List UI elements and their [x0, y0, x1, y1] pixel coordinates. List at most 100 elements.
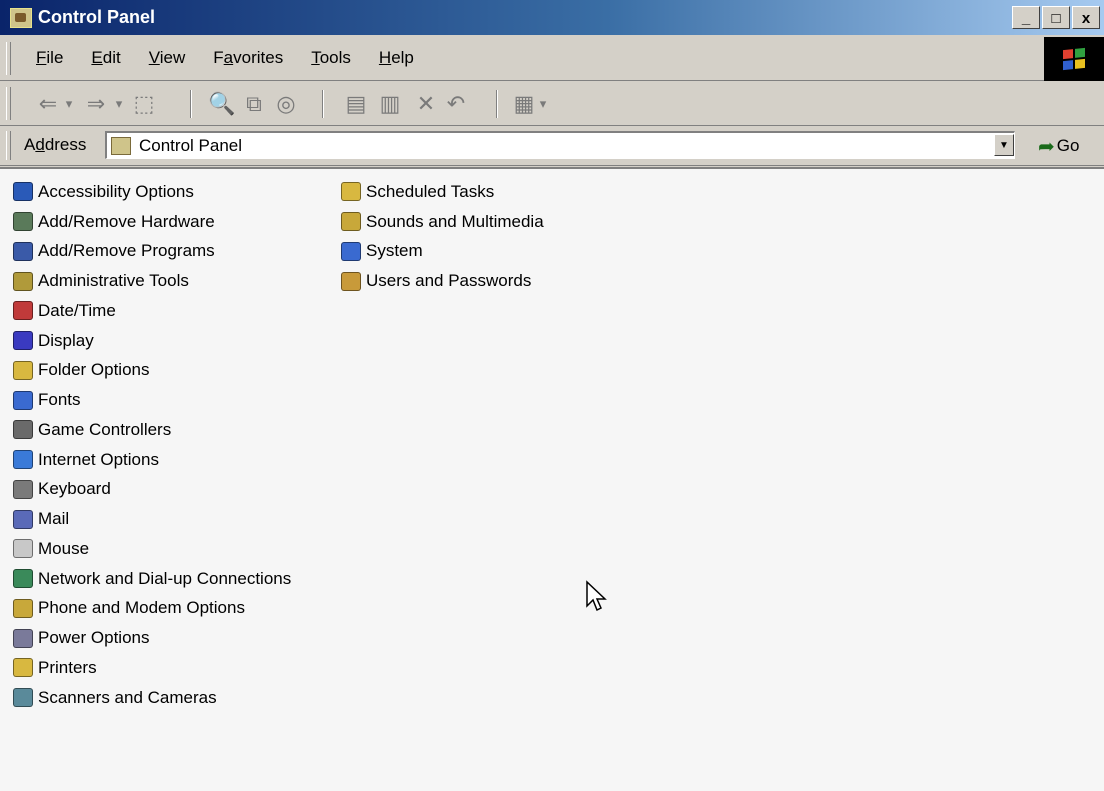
control-panel-item[interactable]: Game Controllers: [10, 415, 291, 445]
admin-tools-icon: [10, 269, 36, 293]
control-panel-item[interactable]: Folder Options: [10, 356, 291, 386]
item-label: Internet Options: [38, 449, 159, 469]
menu-tools[interactable]: Tools: [311, 48, 351, 68]
forward-icon[interactable]: ⇒: [82, 90, 110, 118]
computer-icon: [338, 239, 364, 263]
control-panel-item[interactable]: Printers: [10, 653, 291, 683]
control-panel-item[interactable]: Accessibility Options: [10, 177, 291, 207]
window-title: Control Panel: [38, 7, 156, 27]
address-value: Control Panel: [139, 135, 243, 155]
go-button[interactable]: ➦ Go: [1038, 133, 1079, 159]
speaker-icon: [338, 210, 364, 234]
go-label: Go: [1056, 136, 1080, 155]
go-arrow-icon: ➦: [1038, 135, 1055, 158]
views-icon[interactable]: ▦: [512, 90, 536, 118]
scheduled-tasks-icon: [338, 180, 364, 204]
standard-toolbar: ⇐ ▾ ⇒ ▾ ⬚ 🔍 ⧉ ◎ ▤ ▥ ✕ ↶ ▦ ▾: [0, 82, 1104, 126]
mail-icon: [10, 507, 36, 531]
fonts-icon: [10, 388, 36, 412]
search-icon[interactable]: 🔍: [208, 90, 236, 118]
close-button[interactable]: x: [1072, 6, 1100, 29]
address-dropdown-button[interactable]: ▼: [994, 134, 1014, 156]
toolbar-separator: [190, 90, 192, 118]
control-panel-item[interactable]: Network and Dial-up Connections: [10, 564, 291, 594]
move-to-icon[interactable]: ▤: [342, 90, 370, 118]
mouse-pointer-icon: [586, 580, 607, 612]
control-panel-item[interactable]: Scheduled Tasks: [338, 177, 544, 207]
control-panel-item[interactable]: Mail: [10, 504, 291, 534]
items-column-2: Scheduled Tasks Sounds and Multimedia Syst…: [338, 177, 544, 296]
item-label: Add/Remove Programs: [38, 241, 215, 261]
control-panel-item[interactable]: Sounds and Multimedia: [338, 207, 544, 237]
control-panel-item[interactable]: Administrative Tools: [10, 266, 291, 296]
item-label: Folder Options: [38, 360, 150, 380]
item-label: Scheduled Tasks: [366, 181, 495, 201]
hardware-icon: [10, 210, 36, 234]
control-panel-item[interactable]: Add/Remove Hardware: [10, 207, 291, 237]
control-panel-icon: [10, 7, 32, 28]
control-panel-item[interactable]: Keyboard: [10, 475, 291, 505]
mouse-icon: [10, 537, 36, 561]
address-grip[interactable]: [6, 131, 11, 160]
item-label: Users and Passwords: [366, 271, 532, 291]
address-bar: Address Control Panel ▼ ➦ Go: [0, 126, 1104, 166]
programs-icon: [10, 239, 36, 263]
item-label: Display: [38, 330, 94, 350]
control-panel-item[interactable]: System: [338, 237, 544, 267]
menu-file[interactable]: File: [36, 48, 63, 68]
control-panel-icon: [111, 136, 131, 155]
control-panel-item[interactable]: Fonts: [10, 385, 291, 415]
item-label: Mouse: [38, 538, 90, 558]
globe-icon: [10, 448, 36, 472]
control-panel-item[interactable]: Display: [10, 326, 291, 356]
control-panel-item[interactable]: Scanners and Cameras: [10, 683, 291, 713]
item-label: Add/Remove Hardware: [38, 211, 215, 231]
back-icon[interactable]: ⇐: [34, 90, 62, 118]
menu-view[interactable]: View: [149, 48, 186, 68]
item-label: Scanners and Cameras: [38, 687, 217, 707]
control-panel-item[interactable]: Date/Time: [10, 296, 291, 326]
item-label: Game Controllers: [38, 419, 172, 439]
address-field[interactable]: Control Panel ▼: [105, 131, 1015, 159]
menu-edit[interactable]: Edit: [91, 48, 120, 68]
item-label: Sounds and Multimedia: [366, 211, 544, 231]
address-label: Address: [24, 135, 87, 154]
accessibility-icon: [10, 180, 36, 204]
control-panel-item[interactable]: Add/Remove Programs: [10, 237, 291, 267]
maximize-button[interactable]: □: [1042, 6, 1070, 29]
folders-icon[interactable]: ⧉: [240, 90, 268, 118]
delete-icon[interactable]: ✕: [412, 90, 440, 118]
item-label: Phone and Modem Options: [38, 598, 245, 618]
control-panel-item[interactable]: Users and Passwords: [338, 266, 544, 296]
control-panel-item[interactable]: Mouse: [10, 534, 291, 564]
printer-folder-icon: [10, 656, 36, 680]
menu-help[interactable]: Help: [379, 48, 414, 68]
item-label: Network and Dial-up Connections: [38, 568, 292, 588]
views-dropdown-icon[interactable]: ▾: [537, 90, 549, 118]
control-panel-item[interactable]: Internet Options: [10, 445, 291, 475]
toolbar-separator: [322, 90, 324, 118]
menu-bar: File Edit View Favorites Tools Help: [0, 37, 1104, 81]
back-dropdown-icon[interactable]: ▾: [62, 90, 76, 118]
window-controls: _ □ x: [1010, 6, 1100, 29]
windows-logo-icon: [1044, 37, 1104, 81]
item-label: Power Options: [38, 628, 150, 648]
title-bar[interactable]: Control Panel _ □ x: [0, 0, 1104, 35]
menu-favorites[interactable]: Favorites: [213, 48, 283, 68]
forward-dropdown-icon[interactable]: ▾: [112, 90, 126, 118]
item-label: System: [366, 241, 423, 261]
toolbar-grip[interactable]: [6, 87, 11, 120]
up-folder-icon[interactable]: ⬚: [130, 90, 158, 118]
toolbar-separator: [496, 90, 498, 118]
copy-to-icon[interactable]: ▥: [376, 90, 404, 118]
item-label: Fonts: [38, 390, 81, 410]
items-column-1: Accessibility Options Add/Remove Hardware…: [10, 177, 291, 713]
minimize-button[interactable]: _: [1012, 6, 1040, 29]
history-icon[interactable]: ◎: [272, 90, 300, 118]
control-panel-item[interactable]: Power Options: [10, 623, 291, 653]
undo-icon[interactable]: ↶: [442, 90, 470, 118]
folder-options-icon: [10, 358, 36, 382]
menu-grip[interactable]: [6, 42, 11, 75]
item-label: Keyboard: [38, 479, 111, 499]
control-panel-item[interactable]: Phone and Modem Options: [10, 594, 291, 624]
